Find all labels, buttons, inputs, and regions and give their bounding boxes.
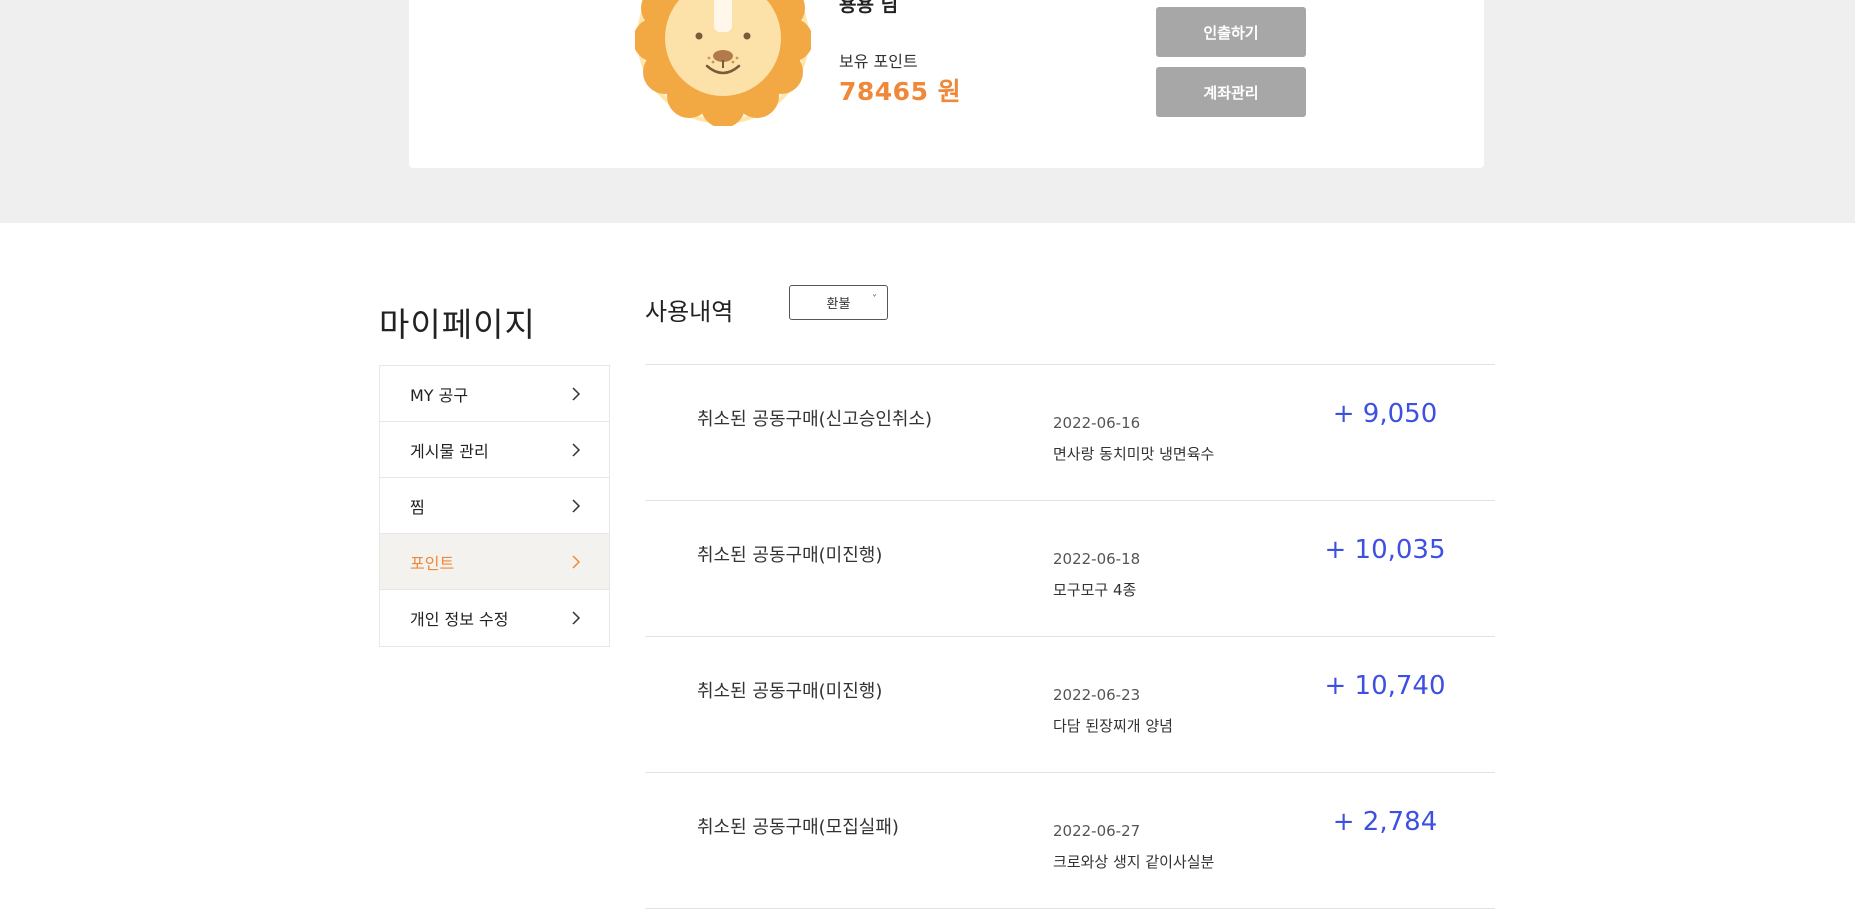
history-product: 면사랑 동치미맛 냉면육수 (1053, 445, 1215, 463)
account-manage-button[interactable]: 계좌관리 (1156, 67, 1306, 117)
history-date: 2022-06-27 (1053, 822, 1141, 840)
sidebar-item-label: MY 공구 (410, 385, 469, 405)
user-nickname: 용용 님 (839, 0, 899, 16)
history-status: 취소된 공동구매(미진행) (697, 545, 883, 566)
sidebar-item-my-gonggu[interactable]: MY 공구 (380, 366, 609, 422)
history-filter-select[interactable]: 환불 ˅ (789, 285, 888, 320)
points-label: 보유 포인트 (839, 52, 918, 71)
withdraw-button[interactable]: 인출하기 (1156, 7, 1306, 57)
chevron-down-icon: ˅ (872, 294, 877, 305)
chevron-right-icon (572, 386, 581, 401)
history-amount: + 10,035 (1324, 535, 1446, 565)
history-status: 취소된 공동구매(신고승인취소) (697, 409, 933, 430)
sidebar-item-label: 개인 정보 수정 (410, 610, 509, 629)
sidebar-item-label: 찜 (410, 497, 425, 517)
history-date: 2022-06-18 (1053, 550, 1141, 568)
points-history-list: 취소된 공동구매(신고승인취소) 2022-06-16 면사랑 동치미맛 냉면육… (645, 364, 1495, 909)
history-product: 모구모구 4종 (1053, 581, 1137, 599)
list-item: 취소된 공동구매(미진행) 2022-06-23 다담 된장찌개 양념 + 10… (645, 637, 1495, 773)
history-status: 취소된 공동구매(모집실패) (697, 817, 899, 838)
sidebar-item-label: 게시물 관리 (410, 441, 489, 461)
chevron-right-icon (572, 442, 581, 457)
history-status: 취소된 공동구매(미진행) (697, 681, 883, 702)
chevron-right-icon (572, 498, 581, 513)
chevron-right-icon (572, 611, 581, 625)
sidebar-item-wishlist[interactable]: 찜 (380, 478, 609, 534)
history-date: 2022-06-16 (1053, 414, 1141, 432)
chevron-right-icon (572, 554, 581, 569)
page-title: 마이페이지 (379, 305, 536, 344)
history-product: 크로와상 생지 같이사실분 (1053, 853, 1215, 871)
mypage-sidebar: MY 공구 게시물 관리 찜 포인트 개인 정보 수정 (379, 365, 610, 647)
history-product: 다담 된장찌개 양념 (1053, 717, 1173, 735)
list-item: 취소된 공동구매(미진행) 2022-06-18 모구모구 4종 + 10,03… (645, 501, 1495, 637)
profile-card: 용용 님 보유 포인트 78465 원 인출하기 계좌관리 (409, 0, 1484, 168)
points-balance: 78465 원 (839, 77, 962, 106)
history-title: 사용내역 (645, 298, 734, 326)
list-item: 취소된 공동구매(모집실패) 2022-06-27 크로와상 생지 같이사실분 … (645, 773, 1495, 909)
sidebar-item-posts[interactable]: 게시물 관리 (380, 422, 609, 478)
list-item: 취소된 공동구매(신고승인취소) 2022-06-16 면사랑 동치미맛 냉면육… (645, 365, 1495, 501)
history-date: 2022-06-23 (1053, 686, 1141, 704)
history-amount: + 9,050 (1332, 399, 1438, 429)
lion-avatar-icon (635, 0, 811, 126)
sidebar-item-profile-edit[interactable]: 개인 정보 수정 (380, 590, 609, 646)
sidebar-item-points[interactable]: 포인트 (380, 534, 609, 590)
history-amount: + 10,740 (1324, 671, 1446, 701)
sidebar-item-label: 포인트 (410, 553, 455, 573)
filter-selected-value: 환불 (826, 297, 851, 312)
history-amount: + 2,784 (1332, 807, 1438, 837)
